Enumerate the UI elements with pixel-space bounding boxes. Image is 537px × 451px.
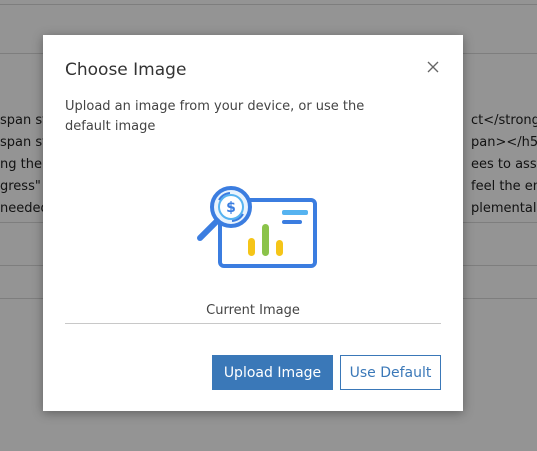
dialog-description: Upload an image from your device, or use… — [65, 99, 365, 134]
use-default-button[interactable]: Use Default — [340, 355, 441, 390]
analytics-search-icon: $ — [190, 180, 330, 276]
upload-image-button[interactable]: Upload Image — [212, 355, 333, 390]
dialog-title: Choose Image — [65, 60, 187, 80]
svg-text:$: $ — [226, 200, 236, 216]
divider — [65, 323, 441, 324]
current-image-label: Current Image — [206, 303, 300, 318]
close-icon[interactable] — [425, 59, 441, 75]
choose-image-dialog: Choose Image Upload an image from your d… — [43, 35, 463, 411]
